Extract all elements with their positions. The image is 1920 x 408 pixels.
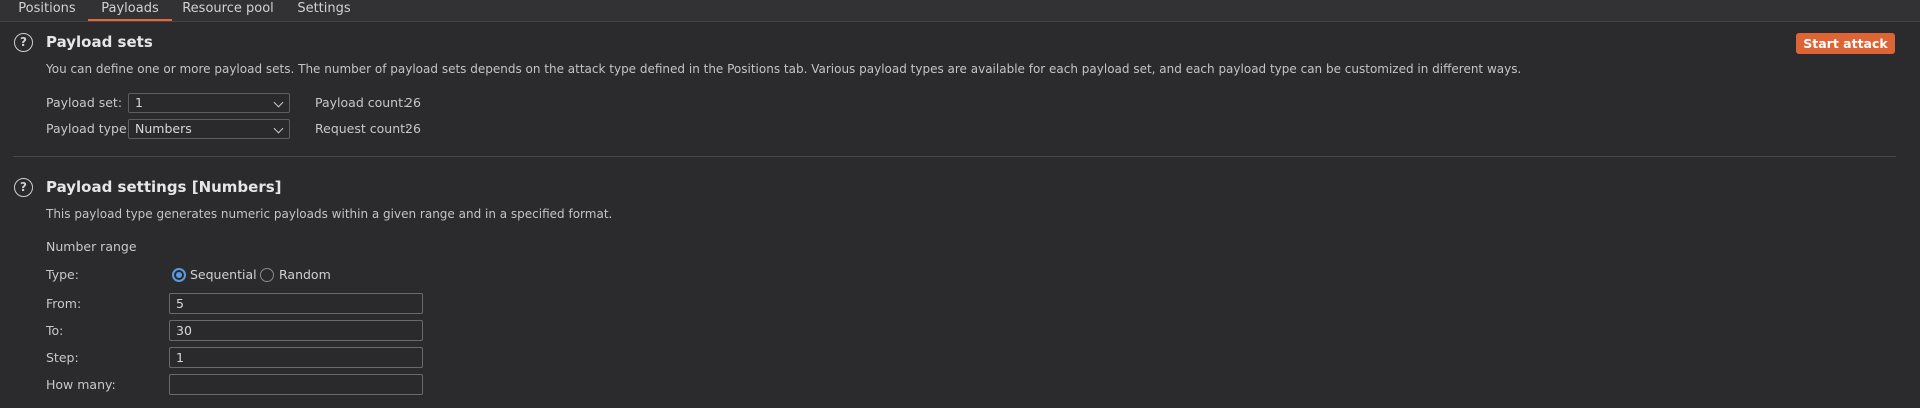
payload-count-value: 26 — [405, 95, 421, 110]
payload-set-select[interactable]: 1 — [128, 93, 290, 113]
random-radio-label[interactable]: Random — [279, 267, 331, 282]
step-input[interactable]: 1 — [169, 347, 423, 368]
tab-bar: Positions Payloads Resource pool Setting… — [0, 0, 1920, 22]
payload-sets-title: Payload sets — [46, 33, 153, 51]
from-label: From: — [46, 296, 82, 311]
type-label: Type: — [46, 267, 79, 282]
payload-settings-title: Payload settings [Numbers] — [46, 178, 282, 196]
request-count-label: Request count: — [315, 121, 410, 136]
tab-positions[interactable]: Positions — [14, 0, 80, 19]
sequential-radio[interactable] — [172, 268, 186, 282]
tab-settings[interactable]: Settings — [290, 0, 358, 19]
sequential-radio-label[interactable]: Sequential — [190, 267, 257, 282]
payload-sets-help-icon[interactable]: ? — [14, 33, 33, 52]
tab-resource-pool[interactable]: Resource pool — [180, 0, 276, 19]
chevron-down-icon — [273, 123, 284, 134]
step-label: Step: — [46, 350, 79, 365]
payload-count-label: Payload count: — [315, 95, 408, 110]
chevron-down-icon — [273, 97, 284, 108]
number-range-heading: Number range — [46, 239, 137, 254]
payload-type-label: Payload type: — [46, 121, 131, 136]
how-many-input[interactable] — [169, 374, 423, 395]
request-count-value: 26 — [405, 121, 421, 136]
section-divider — [13, 156, 1896, 157]
tab-payloads[interactable]: Payloads — [88, 0, 172, 21]
how-many-label: How many: — [46, 377, 116, 392]
payload-type-select[interactable]: Numbers — [128, 119, 290, 139]
payload-settings-help-icon[interactable]: ? — [14, 178, 33, 197]
payload-sets-description: You can define one or more payload sets.… — [46, 62, 1522, 76]
payload-type-value: Numbers — [135, 121, 192, 136]
payload-settings-description: This payload type generates numeric payl… — [46, 207, 613, 221]
to-label: To: — [46, 323, 64, 338]
payload-set-label: Payload set: — [46, 95, 123, 110]
random-radio[interactable] — [260, 268, 274, 282]
to-input[interactable]: 30 — [169, 320, 423, 341]
start-attack-button[interactable]: Start attack — [1796, 33, 1895, 54]
payload-set-value: 1 — [135, 95, 143, 110]
from-input[interactable]: 5 — [169, 293, 423, 314]
